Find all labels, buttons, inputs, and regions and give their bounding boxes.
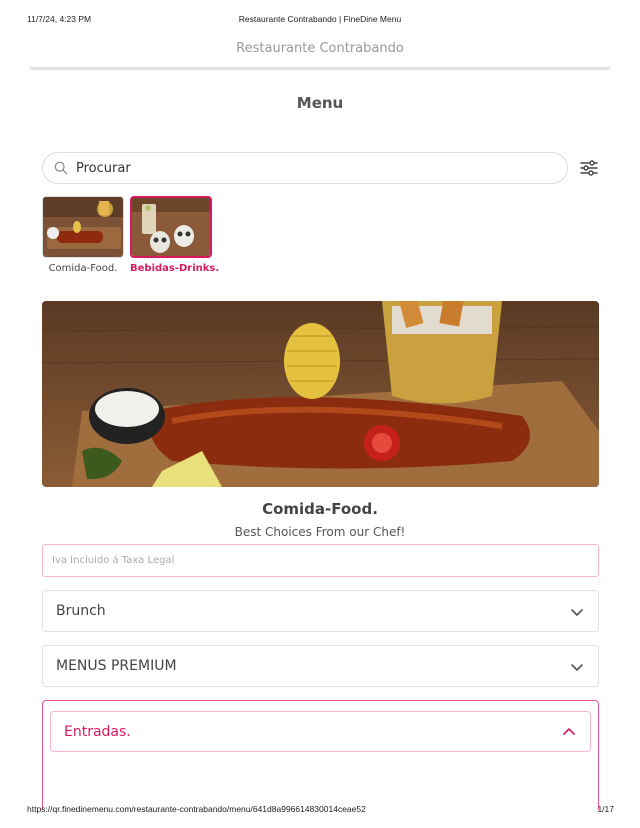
search-icon bbox=[54, 161, 68, 175]
category-thumbnail bbox=[42, 196, 124, 258]
header-divider bbox=[30, 67, 610, 70]
category-thumbnail bbox=[130, 196, 212, 258]
category-label: Comida-Food. bbox=[48, 263, 118, 274]
print-url: https://qr.finedinemenu.com/restaurante-… bbox=[27, 804, 366, 814]
chevron-up-icon bbox=[563, 728, 575, 735]
chevron-down-icon bbox=[571, 664, 583, 671]
accordion-label: MENUS PREMIUM bbox=[56, 658, 177, 674]
print-header: 11/7/24, 4:23 PM Restaurante Contrabando… bbox=[0, 14, 640, 28]
category-bebidas-drinks[interactable]: Bebidas-Drinks. bbox=[130, 196, 219, 274]
filter-sliders-icon[interactable] bbox=[578, 157, 600, 179]
accordion-entradas[interactable]: Entradas. bbox=[50, 711, 591, 752]
accordion-label: Brunch bbox=[56, 603, 106, 619]
ribs-image bbox=[43, 197, 123, 257]
search-input[interactable]: Procurar bbox=[42, 152, 568, 184]
chevron-down-icon bbox=[571, 609, 583, 616]
category-hero-image bbox=[42, 301, 599, 487]
accordion-brunch[interactable]: Brunch bbox=[42, 590, 599, 632]
accordion-menus-premium[interactable]: MENUS PREMIUM bbox=[42, 645, 599, 687]
tax-note: Iva Incluido á Taxa Legal bbox=[42, 544, 599, 577]
drinks-image bbox=[132, 198, 210, 256]
search-placeholder: Procurar bbox=[76, 160, 131, 176]
ribs-hero-image bbox=[42, 301, 599, 487]
category-comida-food[interactable]: Comida-Food. bbox=[42, 196, 124, 274]
section-title: Comida-Food. bbox=[262, 500, 378, 518]
print-page-title: Restaurante Contrabando | FineDine Menu bbox=[238, 14, 402, 24]
accordion-label: Entradas. bbox=[64, 723, 131, 740]
category-label: Bebidas-Drinks. bbox=[130, 263, 220, 274]
section-subtitle: Best Choices From our Chef! bbox=[234, 525, 406, 539]
print-page-number: 1/17 bbox=[597, 804, 614, 814]
accordion-entradas-panel: Entradas. bbox=[42, 700, 599, 810]
restaurant-name[interactable]: Restaurante Contrabando bbox=[0, 41, 640, 56]
page-title: Menu bbox=[296, 94, 344, 112]
